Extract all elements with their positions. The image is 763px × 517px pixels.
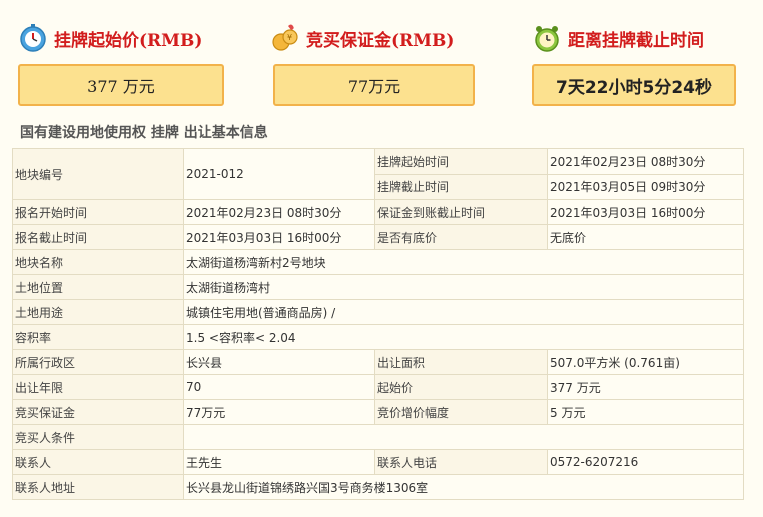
start-price-title: 挂牌起始价(RMB): [54, 30, 203, 51]
deposit-title: 竞买保证金(RMB): [306, 30, 455, 51]
coins-icon: ¥: [272, 24, 298, 51]
far-label: 容积率: [12, 324, 184, 350]
reg-end-value: 2021年03月03日 16时00分: [183, 224, 375, 250]
start-price-value: 377 万元: [18, 64, 224, 106]
bid-deposit-value: 77万元: [183, 399, 375, 425]
location-label: 土地位置: [12, 274, 184, 300]
table-row: 土地位置 太湖街道杨湾村: [12, 274, 744, 300]
start-price-label: 起始价: [374, 374, 548, 400]
listing-start-value: 2021年02月23日 08时30分: [547, 148, 744, 175]
listing-start-label: 挂牌起始时间: [374, 148, 548, 175]
table-row: 地块编号 2021-012 挂牌起始时间 2021年02月23日 08时30分: [12, 148, 744, 200]
plot-name-label: 地块名称: [12, 249, 184, 275]
address-label: 联系人地址: [12, 474, 184, 500]
term-value: 70: [183, 374, 375, 400]
deposit-deadline-value: 2021年03月03日 16时00分: [547, 199, 744, 225]
svg-text:¥: ¥: [287, 33, 292, 42]
district-value: 长兴县: [183, 349, 375, 375]
area-label: 出让面积: [374, 349, 548, 375]
increment-value: 5 万元: [547, 399, 744, 425]
countdown-title: 距离挂牌截止时间: [568, 30, 704, 51]
phone-value: 0572-6207216: [547, 449, 744, 475]
contact-label: 联系人: [12, 449, 184, 475]
plot-no-label: 地块编号: [12, 148, 184, 200]
reg-start-label: 报名开始时间: [12, 199, 184, 225]
listing-end-value: 2021年03月05日 09时30分: [547, 173, 744, 200]
deposit-value: 77万元: [273, 64, 475, 106]
listing-end-label: 挂牌截止时间: [374, 173, 548, 200]
info-table: 地块编号 2021-012 挂牌起始时间 2021年02月23日 08时30分 …: [12, 148, 744, 500]
start-price-card: 挂牌起始价(RMB) 377 万元: [18, 20, 248, 106]
table-row: 联系人 王先生 联系人电话 0572-6207216: [12, 449, 744, 475]
district-label: 所属行政区: [12, 349, 184, 375]
phone-label: 联系人电话: [374, 449, 548, 475]
usage-label: 土地用途: [12, 299, 184, 325]
reg-start-value: 2021年02月23日 08时30分: [183, 199, 375, 225]
countdown-value: 7天22小时5分24秒: [532, 64, 736, 106]
area-value: 507.0平方米 (0.761亩): [547, 349, 744, 375]
table-row: 联系人地址 长兴县龙山街道锦绣路兴国3号商务楼1306室: [12, 474, 744, 500]
plot-no-value: 2021-012: [183, 148, 375, 200]
reserve-value: 无底价: [547, 224, 744, 250]
section-title: 国有建设用地使用权 挂牌 出让基本信息: [20, 125, 268, 141]
stopwatch-icon: [20, 24, 46, 52]
contact-value: 王先生: [183, 449, 375, 475]
conditions-label: 竞买人条件: [12, 424, 184, 450]
info-table-wrap: 地块编号 2021-012 挂牌起始时间 2021年02月23日 08时30分 …: [12, 148, 744, 500]
table-row: 报名截止时间 2021年03月03日 16时00分 是否有底价 无底价: [12, 224, 744, 250]
increment-label: 竞价增价幅度: [374, 399, 548, 425]
plot-name-value: 太湖街道杨湾新村2号地块: [183, 249, 744, 275]
deposit-deadline-label: 保证金到账截止时间: [374, 199, 548, 225]
usage-value: 城镇住宅用地(普通商品房) /: [183, 299, 744, 325]
table-row: 土地用途 城镇住宅用地(普通商品房) /: [12, 299, 744, 325]
bid-deposit-label: 竞买保证金: [12, 399, 184, 425]
table-row: 出让年限 70 起始价 377 万元: [12, 374, 744, 400]
reserve-label: 是否有底价: [374, 224, 548, 250]
alarm-clock-icon: [535, 26, 559, 52]
reg-end-label: 报名截止时间: [12, 224, 184, 250]
table-row: 容积率 1.5 <容积率< 2.04: [12, 324, 744, 350]
table-row: 竞买保证金 77万元 竞价增价幅度 5 万元: [12, 399, 744, 425]
deposit-card: ¥ 竞买保证金(RMB) 77万元: [270, 20, 500, 106]
far-value: 1.5 <容积率< 2.04: [183, 324, 744, 350]
table-row: 竞买人条件: [12, 424, 744, 450]
summary-bar: 挂牌起始价(RMB) 377 万元 ¥ 竞买保证金(RMB) 77万元 距离挂牌…: [0, 0, 763, 112]
table-row: 所属行政区 长兴县 出让面积 507.0平方米 (0.761亩): [12, 349, 744, 375]
conditions-value: [183, 424, 744, 450]
table-row: 地块名称 太湖街道杨湾新村2号地块: [12, 249, 744, 275]
term-label: 出让年限: [12, 374, 184, 400]
table-row: 报名开始时间 2021年02月23日 08时30分 保证金到账截止时间 2021…: [12, 199, 744, 225]
countdown-card: 距离挂牌截止时间 7天22小时5分24秒: [532, 20, 762, 106]
address-value: 长兴县龙山街道锦绣路兴国3号商务楼1306室: [183, 474, 744, 500]
start-price-cell: 377 万元: [547, 374, 744, 400]
location-value: 太湖街道杨湾村: [183, 274, 744, 300]
